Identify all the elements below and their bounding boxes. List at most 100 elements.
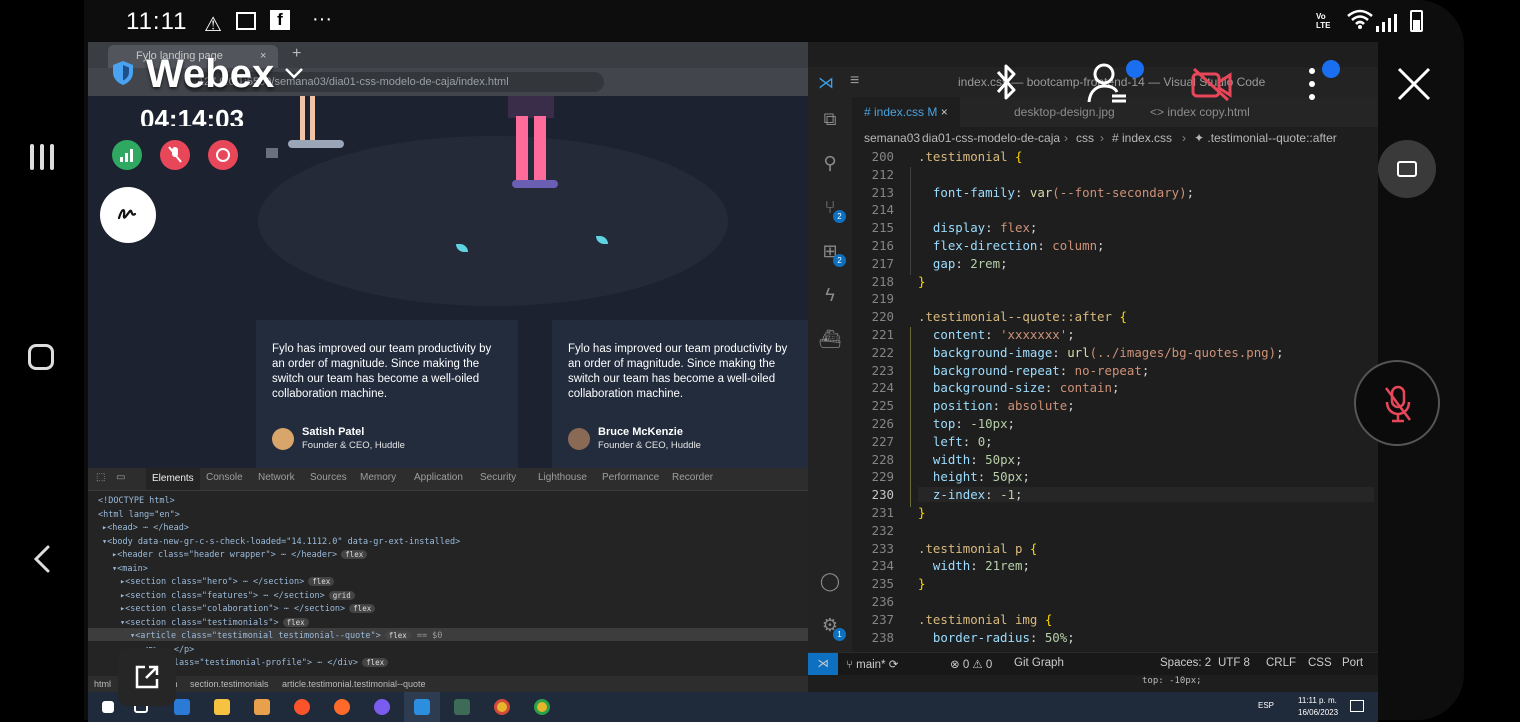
devtools-tab-console[interactable]: Console <box>206 472 243 483</box>
code-line[interactable]: flex-direction: column; <box>918 238 1105 253</box>
dom-node-line[interactable]: ▸<section class="colaboration"> ⋯ </sect… <box>120 604 376 614</box>
record-button[interactable] <box>208 140 238 170</box>
devtools-tab-security[interactable]: Security <box>480 472 516 483</box>
dom-node-line[interactable]: <html lang="en"> <box>98 510 180 520</box>
tab-index-css[interactable]: # index.css M × <box>852 97 960 127</box>
video-off-button[interactable] <box>1190 66 1234 107</box>
code-line[interactable]: gap: 2rem; <box>918 256 1008 271</box>
share-screen-button[interactable] <box>118 648 176 706</box>
breadcrumb-segment[interactable]: dia01-css-modelo-de-caja <box>922 127 1060 149</box>
dom-node-line[interactable]: ▾<section class="testimonials"> flex <box>120 617 309 628</box>
docker-icon[interactable]: ⛴ <box>818 327 842 351</box>
dom-node-line[interactable]: ▸<section class="hero"> ⋯ </section> flex <box>120 577 335 587</box>
code-line[interactable]: .testimonial img { <box>918 612 1052 627</box>
layout-badge[interactable]: flex <box>282 617 309 627</box>
layout-badge[interactable]: flex <box>362 658 389 667</box>
breadcrumb-segment[interactable]: # index.css <box>1112 127 1172 149</box>
code-line[interactable]: .testimonial--quote::after { <box>918 309 1127 324</box>
code-line[interactable]: } <box>918 576 925 591</box>
code-line[interactable]: width: 50px; <box>918 452 1023 467</box>
participants-button[interactable] <box>1086 60 1144 108</box>
layout-badge[interactable]: flex <box>308 577 335 586</box>
search-icon[interactable]: ⚲ <box>818 151 842 175</box>
more-options-button[interactable] <box>1302 60 1340 104</box>
dom-node-line[interactable]: <!DOCTYPE html> <box>98 496 175 506</box>
app-icon[interactable] <box>374 699 390 715</box>
port-indicator[interactable]: Port <box>1342 657 1363 669</box>
chevron-down-icon[interactable] <box>284 66 304 85</box>
layout-badge[interactable]: flex <box>384 631 411 640</box>
code-line[interactable]: position: absolute; <box>918 398 1075 413</box>
close-icon[interactable] <box>1396 66 1432 107</box>
code-line[interactable]: .testimonial p { <box>918 541 1037 556</box>
code-line[interactable]: height: 50px; <box>918 469 1030 484</box>
devtools-crumb[interactable]: section.testimonials <box>190 679 269 689</box>
bluetooth-icon[interactable] <box>990 62 1022 107</box>
devtools-tab-network[interactable]: Network <box>258 472 295 483</box>
code-line[interactable]: background-image: url(../images/bg-quote… <box>918 345 1284 360</box>
breadcrumb-segment[interactable]: css <box>1076 127 1094 149</box>
close-icon[interactable]: × <box>941 105 948 119</box>
brave-icon[interactable] <box>294 699 310 715</box>
account-icon[interactable]: ◯ <box>818 569 842 593</box>
recent-apps-button[interactable] <box>28 142 56 172</box>
code-line[interactable]: } <box>918 505 925 520</box>
dom-node-line[interactable]: ▾<body data-new-gr-c-s-check-loaded="14.… <box>102 537 460 547</box>
signal-quality-button[interactable] <box>112 140 142 170</box>
new-tab-button[interactable]: + <box>292 45 301 63</box>
compass-icon[interactable] <box>334 699 350 715</box>
dom-node-line[interactable]: ▸<head> ⋯ </head> <box>102 523 189 533</box>
lightning-icon[interactable]: ϟ <box>818 283 842 307</box>
pip-button[interactable] <box>1378 140 1436 198</box>
device-toggle-icon[interactable]: ▭ <box>116 472 125 483</box>
dom-node-line[interactable]: ▾<article class="testimonial testimonial… <box>130 631 442 641</box>
code-line[interactable]: content: 'xxxxxxx'; <box>918 327 1075 342</box>
dom-node-line[interactable]: ▸<section class="features"> ⋯ </section>… <box>120 590 355 601</box>
back-button[interactable] <box>30 544 56 574</box>
floating-mute-button[interactable] <box>1354 360 1440 446</box>
devtools-tab-memory[interactable]: Memory <box>360 472 396 483</box>
git-graph-button[interactable]: Git Graph <box>1014 657 1064 669</box>
settings-gear-icon[interactable]: ⚙ 1 <box>818 613 846 641</box>
devtools-tab-lighthouse[interactable]: Lighthouse <box>538 472 587 483</box>
webex-title[interactable]: Webex <box>146 52 274 97</box>
source-control-icon[interactable]: ⑂ 2 <box>818 195 846 223</box>
home-button[interactable] <box>28 344 54 370</box>
devtools-tab-application[interactable]: Application <box>414 472 463 483</box>
branch-indicator[interactable]: ⑂ main* ⟳ <box>846 657 898 671</box>
encoding-indicator[interactable]: UTF 8 <box>1218 657 1250 669</box>
muted-mic-button[interactable] <box>160 140 190 170</box>
menu-icon[interactable]: ≡ <box>850 72 859 90</box>
media-player-icon[interactable] <box>254 699 270 715</box>
calculator-icon[interactable] <box>174 699 190 715</box>
layout-badge[interactable]: grid <box>328 590 355 600</box>
code-line[interactable]: } <box>918 274 925 289</box>
chrome-icon[interactable] <box>534 699 550 715</box>
devtools-tab-performance[interactable]: Performance <box>602 472 659 483</box>
file-explorer-icon[interactable] <box>214 699 230 715</box>
code-line[interactable]: z-index: -1; <box>918 487 1374 503</box>
code-line[interactable]: width: 21rem; <box>918 558 1030 573</box>
devtools-tab-sources[interactable]: Sources <box>310 472 347 483</box>
annotate-button[interactable] <box>100 187 156 243</box>
dom-node-line[interactable]: ▸<header class="header wrapper"> ⋯ </hea… <box>112 550 368 560</box>
notifications-icon[interactable] <box>1350 700 1364 712</box>
chrome-icon[interactable] <box>494 699 510 715</box>
inspect-icon[interactable]: ⬚ <box>96 472 105 483</box>
code-line[interactable]: display: flex; <box>918 220 1037 235</box>
explorer-icon[interactable]: ⧉ <box>818 107 842 131</box>
code-line[interactable]: .testimonial { <box>918 149 1022 164</box>
devtools-tab-recorder[interactable]: Recorder <box>672 472 713 483</box>
indentation-indicator[interactable]: Spaces: 2 <box>1160 657 1211 669</box>
problems-indicator[interactable]: ⊗ 0 ⚠ 0 <box>950 657 992 671</box>
dom-node-line[interactable]: ▾<main> <box>112 564 148 574</box>
code-line[interactable]: font-family: var(--font-secondary); <box>918 185 1194 200</box>
remote-button[interactable]: ⋊ <box>808 653 838 675</box>
extensions-icon[interactable]: ⊞ 2 <box>818 239 846 267</box>
breadcrumb-segment[interactable]: ✦ .testimonial--quote::after <box>1194 127 1337 149</box>
code-line[interactable]: left: 0; <box>918 434 993 449</box>
start-icon[interactable] <box>102 701 114 713</box>
code-line[interactable]: top: -10px; <box>918 416 1015 431</box>
language-indicator[interactable]: ESP <box>1258 701 1274 710</box>
layout-badge[interactable]: flex <box>341 550 368 559</box>
